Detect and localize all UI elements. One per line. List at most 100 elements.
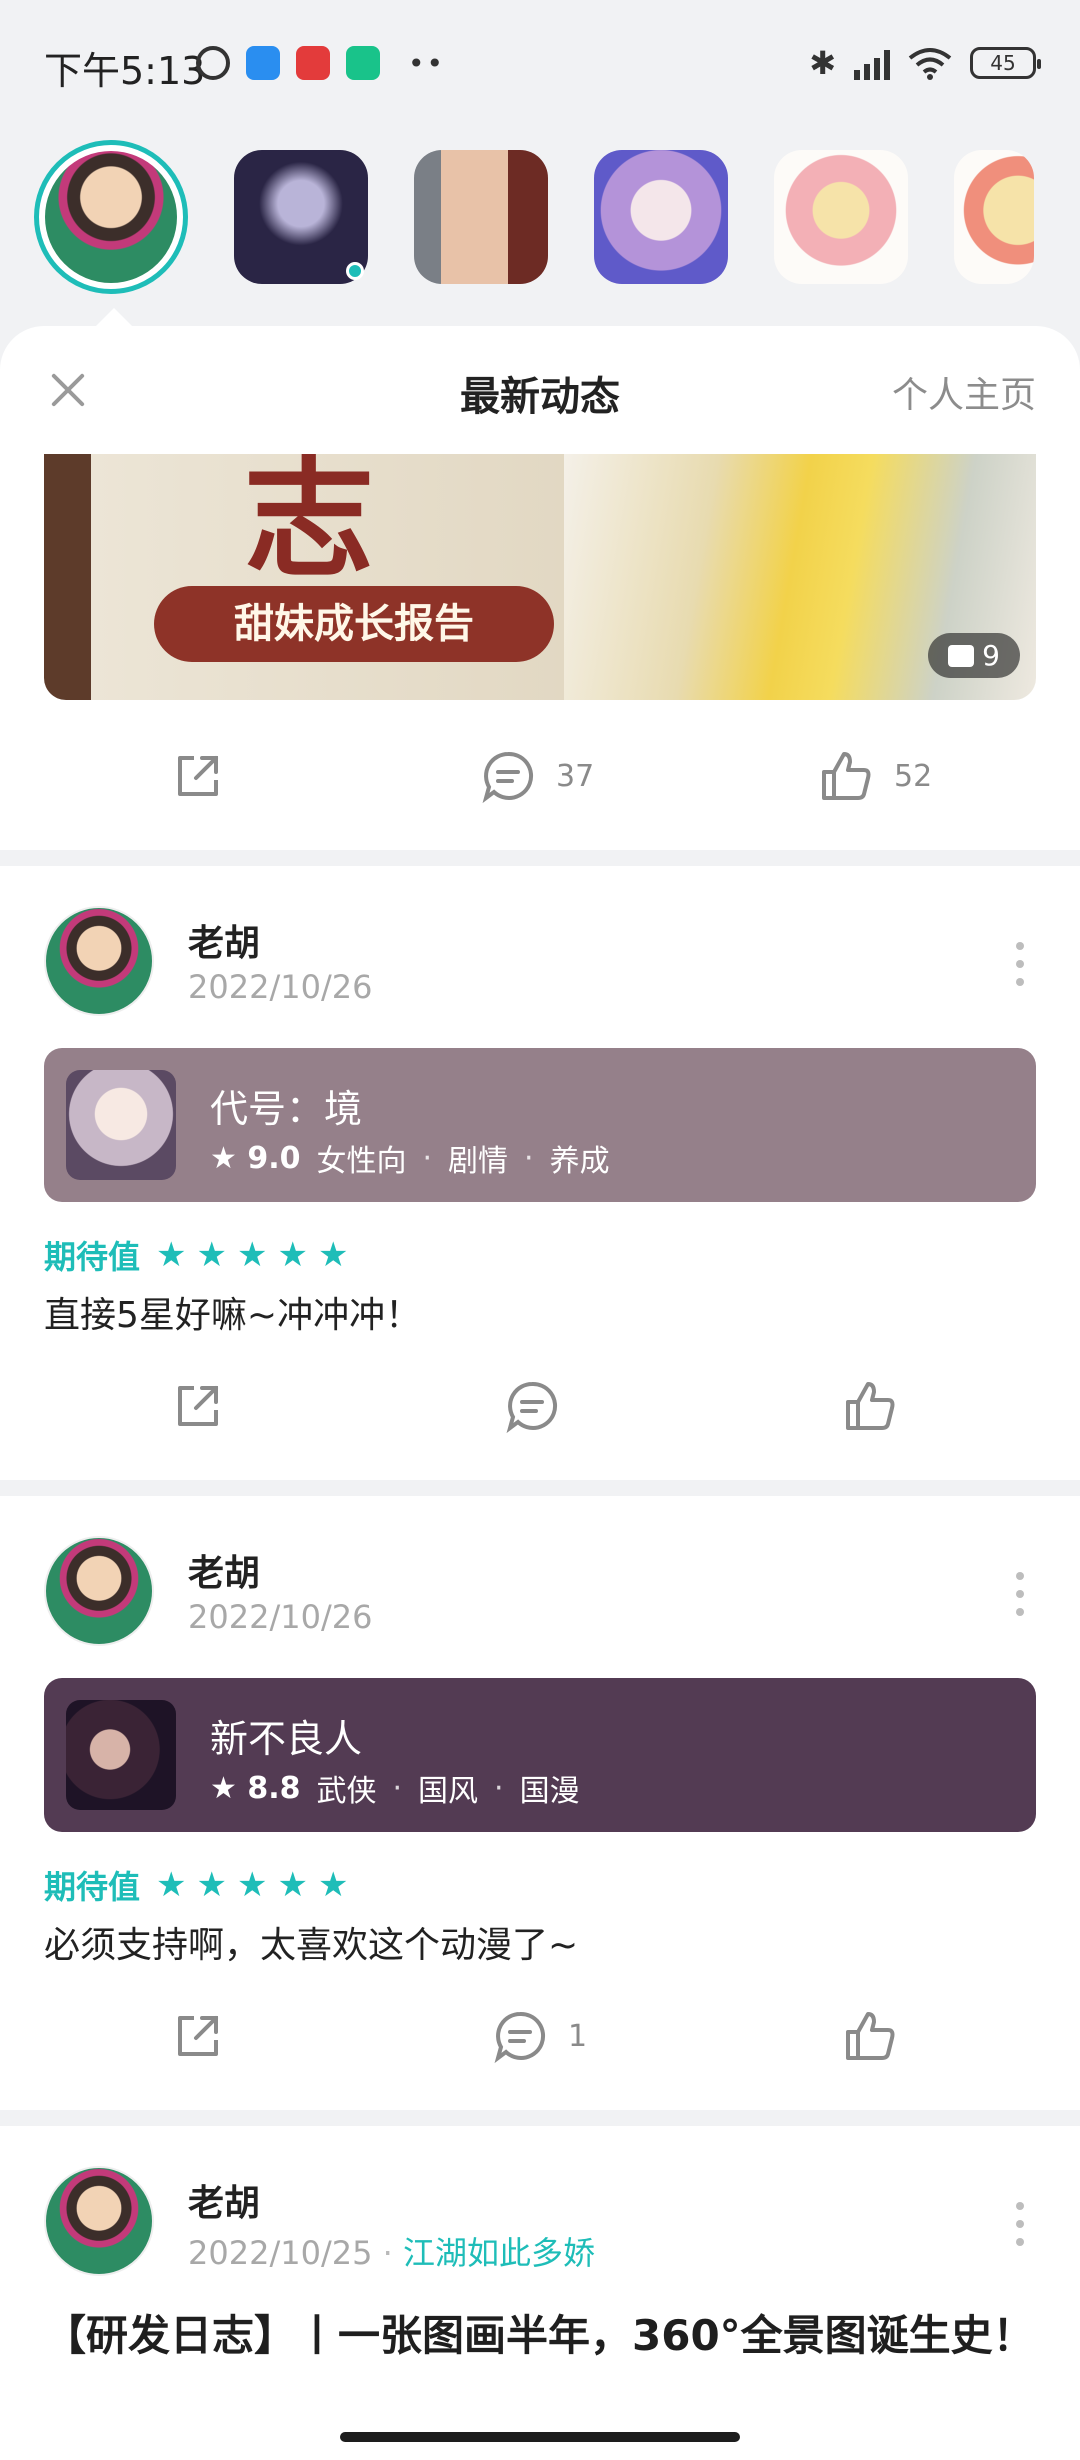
post-text: 直接5星好嘛~冲冲冲！ <box>44 1295 422 1336</box>
game-thumbnail <box>66 1700 176 1810</box>
game-score-value: 8.8 <box>247 1770 301 1806</box>
game-meta: ★ 9.0 女性向 · 剧情 · 养成 <box>210 1136 610 1180</box>
bluetooth-icon: ✱ <box>809 44 836 82</box>
more-icon[interactable] <box>1016 942 1026 986</box>
image-icon <box>948 644 975 667</box>
avatar[interactable] <box>44 906 154 1016</box>
game-score-value: 9.0 <box>247 1140 301 1176</box>
game-tag: 女性向 <box>316 1144 407 1179</box>
share-icon <box>178 2016 218 2056</box>
status-bar: 下午5:13 •• ✱ 45 <box>0 0 1080 120</box>
game-tag: 剧情 <box>448 1144 509 1179</box>
comment-button[interactable] <box>502 1376 562 1436</box>
game-thumbnail <box>66 1070 176 1180</box>
banner-left-image: 志 甜妹成长报告 <box>44 454 564 700</box>
tag-separator: · <box>422 1140 433 1176</box>
battery-indicator: 45 <box>970 47 1041 79</box>
signal-icon <box>854 46 890 80</box>
star-icon: ★ <box>317 1235 349 1275</box>
post-author[interactable]: 老胡 <box>188 1544 260 1596</box>
notification-icons: •• <box>196 46 445 80</box>
avatar[interactable] <box>44 1536 154 1646</box>
post-author[interactable]: 老胡 <box>188 914 260 966</box>
game-tag: 国风 <box>418 1774 479 1809</box>
post-item: 老胡 2022/10/26 新不良人 ★ 8.8 武侠 · 国风 · 国漫 期待… <box>0 1536 1080 1966</box>
star-icon: ★ <box>277 1865 308 1905</box>
date-separator: · <box>382 2234 403 2272</box>
more-icon[interactable] <box>1016 2202 1026 2246</box>
like-icon <box>846 1382 895 1430</box>
expectation-label: 期待值 <box>44 1868 141 1906</box>
online-indicator <box>346 262 364 280</box>
home-indicator[interactable] <box>340 2432 740 2442</box>
comment-icon <box>482 751 534 804</box>
game-meta: ★ 8.8 武侠 · 国风 · 国漫 <box>210 1766 580 1810</box>
expectation-rating: 期待值 ★ ★ ★ ★ ★ <box>44 1862 348 1908</box>
banner-caption: 甜妹成长报告 <box>154 586 554 662</box>
story-avatar-selected[interactable] <box>34 140 188 294</box>
game-tag: 武侠 <box>316 1774 377 1809</box>
tag-separator: · <box>494 1770 504 1806</box>
share-button[interactable] <box>168 746 228 806</box>
game-card[interactable]: 新不良人 ★ 8.8 武侠 · 国风 · 国漫 <box>44 1678 1036 1832</box>
game-name: 新不良人 <box>210 1717 363 1761</box>
comment-count: 37 <box>556 758 595 794</box>
profile-link[interactable]: 个人主页 <box>892 366 1036 418</box>
post-topic-link[interactable]: 江湖如此多娇 <box>403 2234 595 2272</box>
post-author[interactable]: 老胡 <box>188 2174 260 2226</box>
story-avatar[interactable] <box>954 150 1034 284</box>
post-action-bar <box>0 1366 1080 1446</box>
avatar[interactable] <box>44 2166 154 2276</box>
like-button[interactable] <box>840 1376 900 1436</box>
post-action-bar: 1 <box>0 1996 1080 2076</box>
tag-separator: · <box>524 1140 534 1176</box>
like-count: 52 <box>894 758 933 794</box>
share-button[interactable] <box>168 1376 228 1436</box>
tmall-icon <box>296 46 330 80</box>
post-divider <box>0 2110 1080 2126</box>
like-button[interactable]: 52 <box>816 746 932 806</box>
post-text: 必须支持啊，太喜欢这个动漫了~ <box>44 1925 579 1966</box>
star-icon: ★ <box>277 1235 308 1275</box>
story-avatar[interactable] <box>234 150 368 284</box>
like-icon <box>822 752 871 800</box>
star-icon: ★ <box>196 1865 227 1905</box>
post-divider <box>0 850 1080 866</box>
like-button[interactable] <box>840 2006 900 2066</box>
wifi-icon <box>908 48 952 80</box>
post-headline[interactable]: 【研发日志】丨一张图画半年，360°全景图诞生史！ <box>44 2304 1036 2367</box>
story-avatar[interactable] <box>414 150 548 284</box>
star-icon: ★ <box>156 1865 187 1905</box>
panel-header: 最新动态 个人主页 <box>0 326 1080 454</box>
latest-activity-panel: 最新动态 个人主页 志 甜妹成长报告 9 37 52 老胡 2022/10/26… <box>0 326 1080 2460</box>
comment-button[interactable]: 1 <box>490 2006 587 2066</box>
system-icons: ✱ 45 <box>809 44 1041 82</box>
selection-pointer <box>96 308 132 326</box>
story-avatar-row <box>34 140 1034 294</box>
post-date: 2022/10/25 · 江湖如此多娇 <box>188 2228 595 2274</box>
share-icon <box>178 1386 218 1426</box>
app-notification-icon <box>346 46 380 80</box>
tag-separator: · <box>392 1770 403 1806</box>
game-tag: 养成 <box>549 1144 610 1179</box>
star-icon: ★ <box>317 1865 349 1905</box>
alarm-icon <box>196 46 230 80</box>
status-time: 下午5:13 <box>44 49 206 93</box>
game-name: 代号：境 <box>210 1087 363 1131</box>
post-date-text: 2022/10/25 <box>188 2234 373 2272</box>
post-item: 老胡 2022/10/26 代号：境 ★ 9.0 女性向 · 剧情 · 养成 期… <box>0 906 1080 1336</box>
post-item: 老胡 2022/10/25 · 江湖如此多娇 【研发日志】丨一张图画半年，360… <box>0 2166 1080 2460</box>
banner-character: 志 <box>244 454 375 595</box>
post-image-banner[interactable]: 志 甜妹成长报告 9 <box>44 454 1036 700</box>
more-icon[interactable] <box>1016 1572 1026 1616</box>
story-avatar[interactable] <box>774 150 908 284</box>
comment-button[interactable]: 37 <box>478 746 594 806</box>
story-avatar[interactable] <box>594 150 728 284</box>
expectation-label: 期待值 <box>44 1238 141 1276</box>
expectation-rating: 期待值 ★ ★ ★ ★ ★ <box>44 1232 348 1278</box>
star-icon: ★ <box>236 1235 268 1275</box>
game-score: ★ 8.8 <box>210 1770 301 1806</box>
game-card[interactable]: 代号：境 ★ 9.0 女性向 · 剧情 · 养成 <box>44 1048 1036 1202</box>
game-score: ★ 9.0 <box>210 1140 301 1176</box>
share-button[interactable] <box>168 2006 228 2066</box>
